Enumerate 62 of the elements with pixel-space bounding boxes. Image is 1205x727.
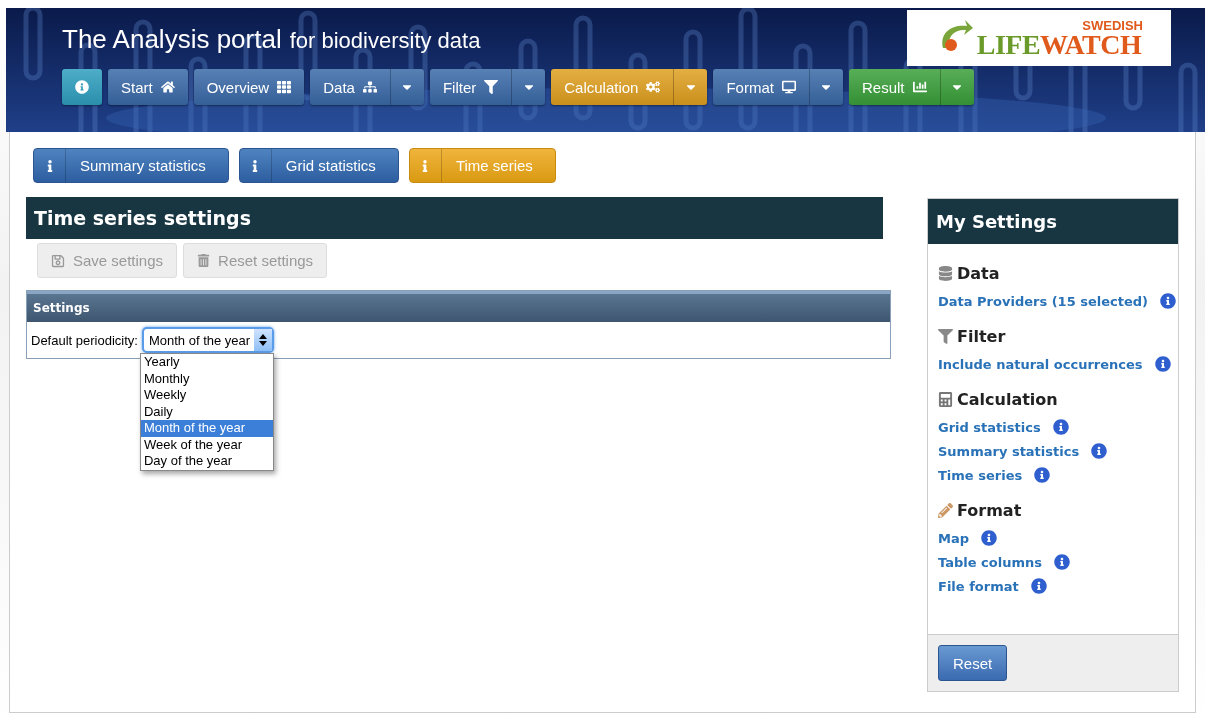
nav-button[interactable]: Filter — [429, 69, 512, 105]
logo-text: LIFE — [976, 29, 1041, 60]
funnel-icon — [938, 329, 953, 344]
periodicity-select[interactable]: Month of the year — [141, 327, 275, 353]
dropdown-option[interactable]: Weekly — [140, 387, 273, 404]
dropdown-button[interactable] — [389, 69, 424, 105]
dropdown-button[interactable] — [673, 69, 708, 105]
section-header: Settings — [27, 291, 890, 322]
info-icon[interactable] — [1091, 443, 1108, 459]
settings-link[interactable]: Grid statistics — [938, 419, 1041, 435]
portal-title: The Analysis portal — [62, 24, 282, 55]
portal-subtitle: for biodiversity data — [289, 28, 481, 54]
settings-link[interactable]: Map — [938, 530, 969, 546]
save-icon — [51, 253, 65, 268]
section-heading: Filter — [957, 327, 1006, 346]
dropdown-button[interactable] — [808, 69, 843, 105]
nav-button[interactable]: Overview — [193, 69, 305, 105]
section-heading: Calculation — [957, 390, 1058, 409]
calculator-icon — [938, 392, 953, 407]
pencil-icon — [938, 503, 953, 518]
settings-link[interactable]: Table columns — [938, 554, 1042, 570]
dropdown-option[interactable]: Month of the year — [140, 420, 273, 437]
bar-chart-icon — [912, 80, 927, 94]
cogs-icon — [646, 80, 661, 94]
info-icon[interactable] — [1034, 467, 1051, 483]
field-label: Default periodicity: — [31, 332, 138, 348]
nav-button[interactable]: Data — [310, 69, 390, 105]
grid-icon — [277, 80, 292, 94]
settings-link[interactable]: File format — [938, 578, 1019, 594]
dropdown-button[interactable] — [939, 69, 974, 105]
panel-title: Time series settings — [26, 197, 883, 239]
section-heading: Format — [957, 501, 1022, 520]
filter-icon — [484, 80, 499, 94]
dropdown-option[interactable]: Day of the year — [140, 453, 273, 470]
info-icon[interactable] — [1030, 578, 1047, 594]
settings-link[interactable]: Summary statistics — [938, 443, 1080, 459]
trash-icon — [197, 254, 211, 267]
database-icon — [938, 266, 953, 281]
info-icon[interactable] — [1052, 419, 1069, 435]
info-button[interactable] — [62, 69, 102, 105]
settings-link[interactable]: Time series — [938, 467, 1023, 483]
sidebar-title: My Settings — [928, 199, 1178, 244]
sitemap-icon — [362, 80, 377, 94]
info-icon[interactable] — [981, 530, 997, 546]
info-icon[interactable] — [1053, 554, 1070, 570]
tab[interactable]: Summary statistics — [33, 148, 229, 183]
section-heading: Data — [957, 264, 1000, 283]
monitor-icon — [781, 80, 796, 94]
settings-link[interactable]: Include natural occurrences — [938, 356, 1143, 372]
info-icon[interactable] — [1154, 356, 1171, 372]
home-icon — [160, 80, 175, 94]
tab[interactable]: Grid statistics — [238, 148, 399, 183]
info-icon[interactable] — [1160, 293, 1177, 309]
dropdown-option[interactable]: Yearly — [140, 354, 273, 371]
nav-button[interactable]: Format — [713, 69, 809, 105]
info-icon — [75, 80, 89, 94]
reset-button[interactable]: Reset — [938, 645, 1008, 681]
settings-link[interactable]: Data Providers (15 selected) — [938, 293, 1149, 309]
nav-button[interactable]: Result — [848, 69, 940, 105]
nav-button[interactable]: Start — [108, 69, 188, 105]
updown-arrow-icon — [259, 334, 268, 346]
dropdown-button[interactable] — [511, 69, 546, 105]
